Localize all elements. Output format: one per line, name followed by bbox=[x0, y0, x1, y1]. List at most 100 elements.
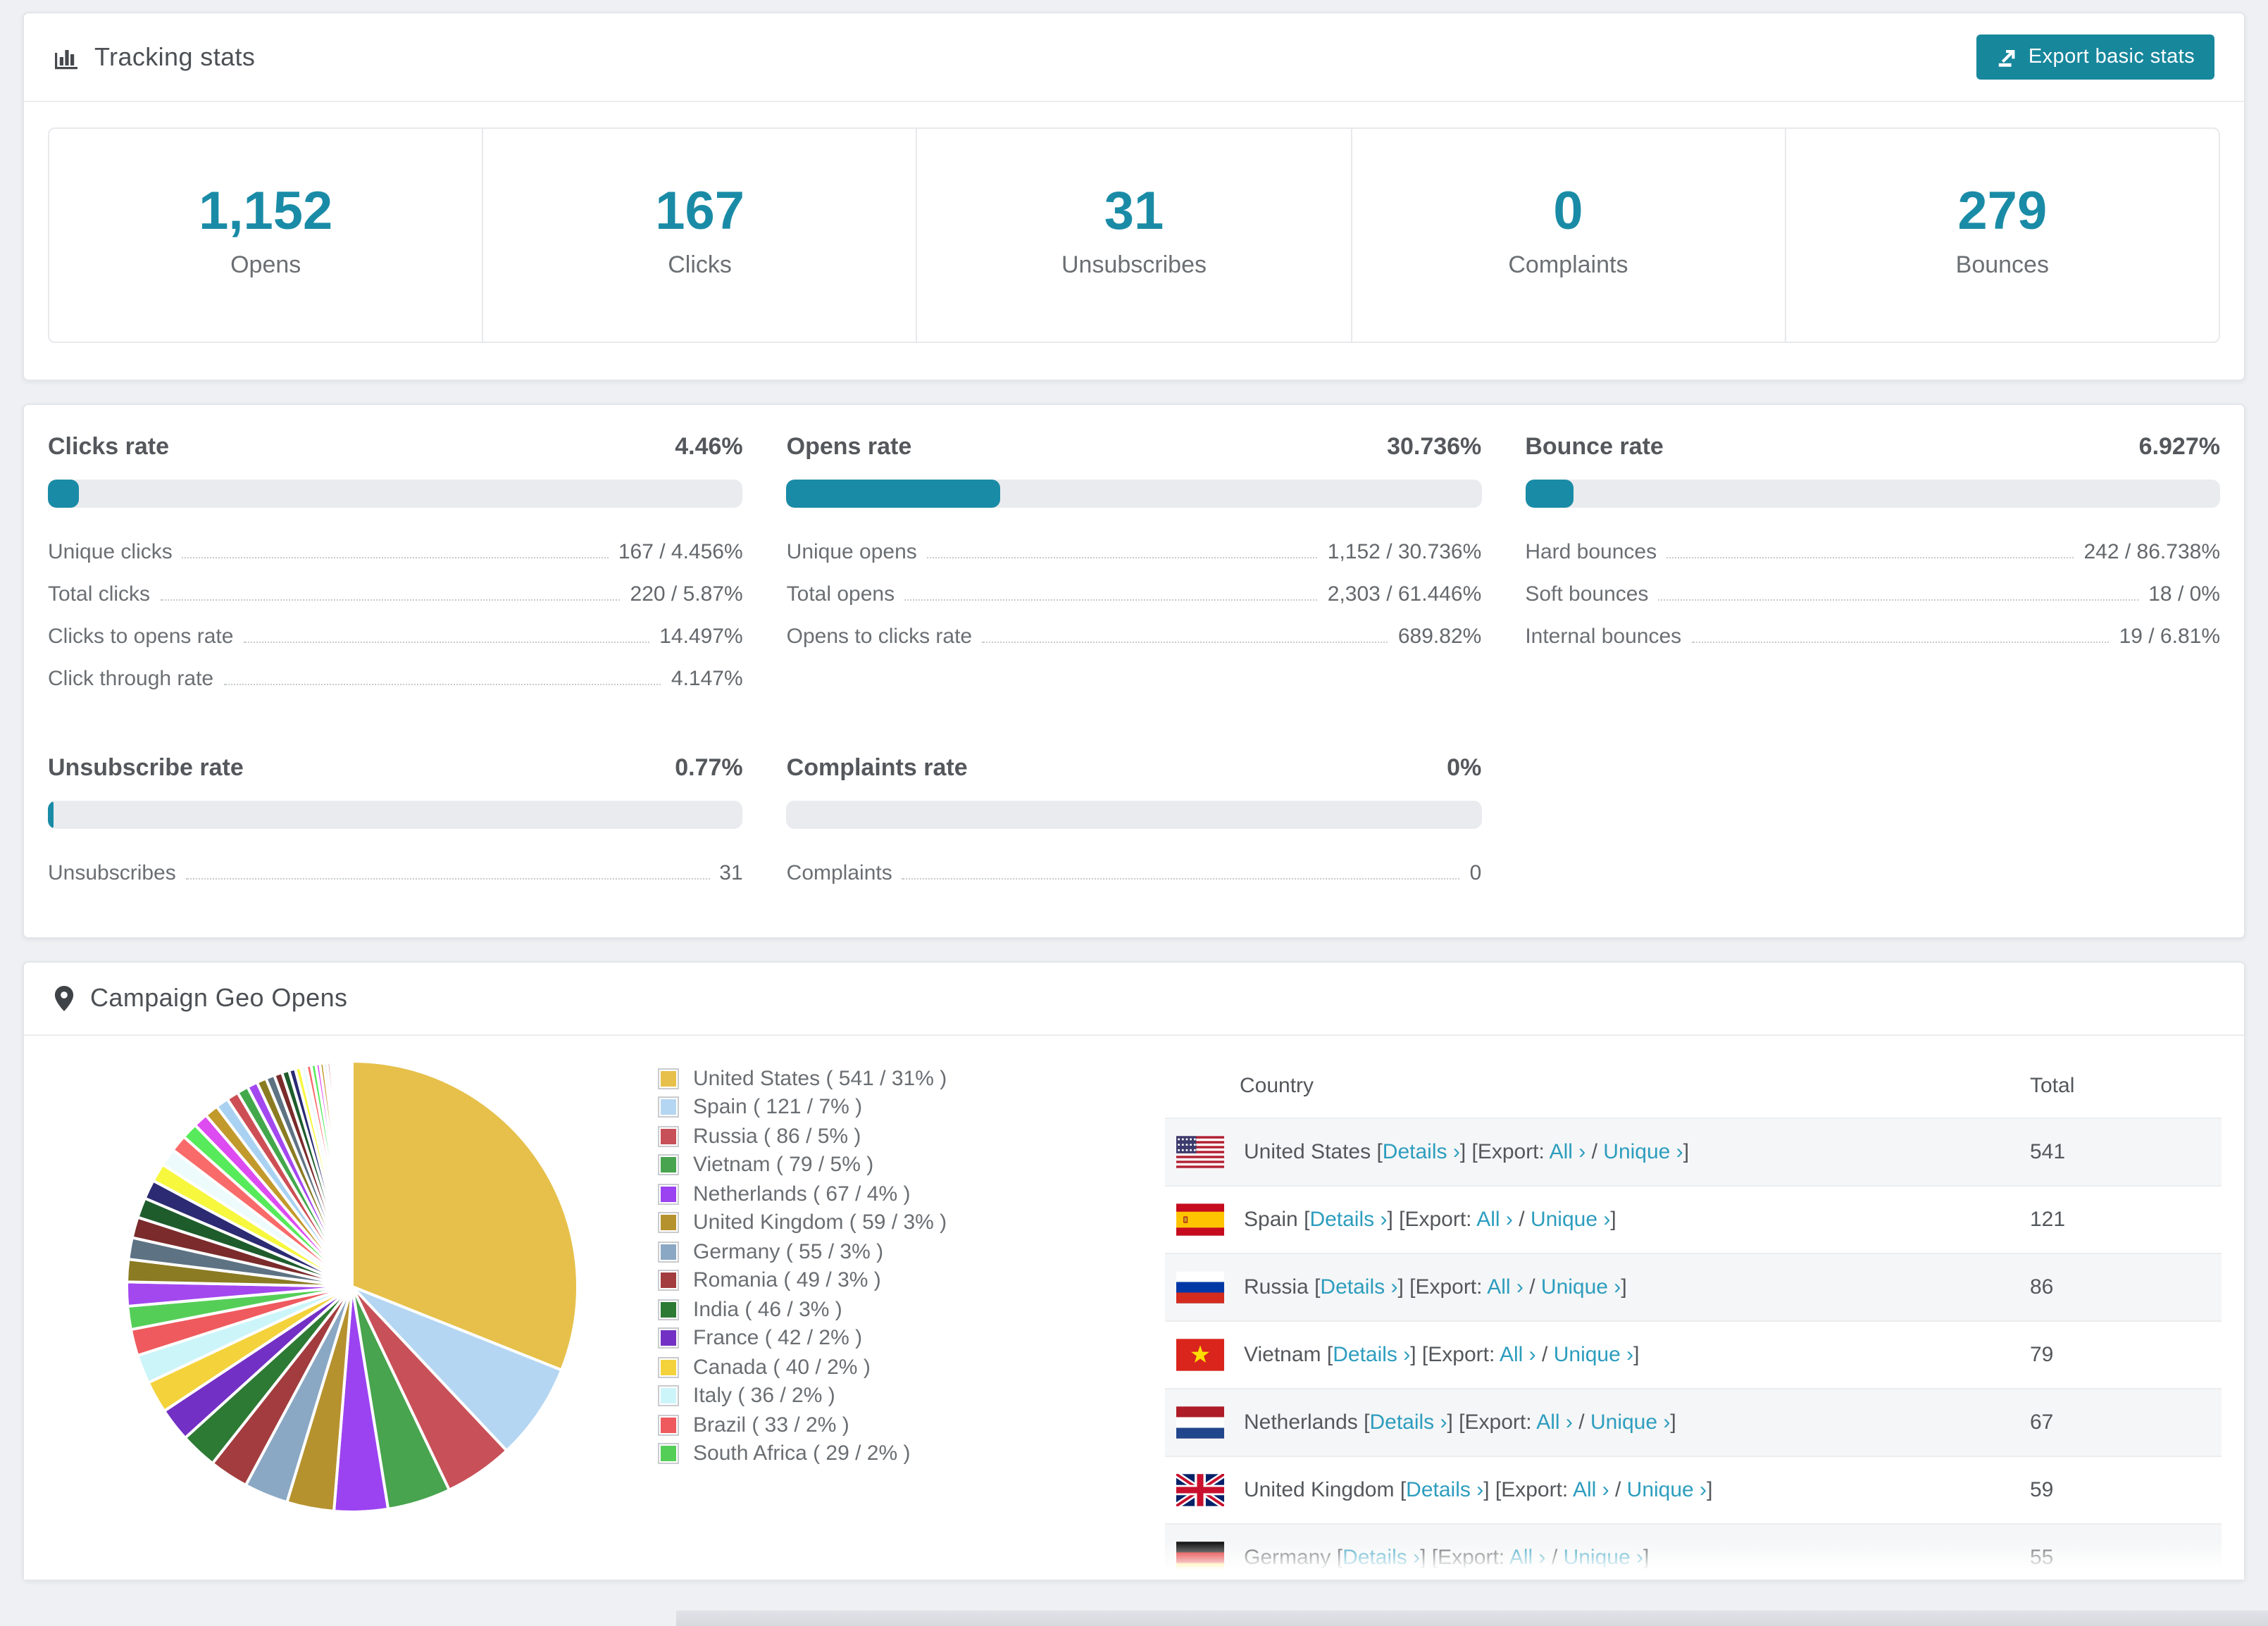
dotted-leader bbox=[1666, 557, 2074, 558]
export-all-link[interactable]: All › bbox=[1536, 1411, 1573, 1434]
legend-label: Germany ( 55 / 3% ) bbox=[693, 1239, 884, 1264]
export-unique-link[interactable]: Unique › bbox=[1541, 1275, 1621, 1299]
stat-label: Unsubscribes bbox=[1061, 251, 1207, 278]
flag-es-icon bbox=[1176, 1203, 1224, 1236]
export-all-link[interactable]: All › bbox=[1487, 1275, 1524, 1299]
export-basic-stats-button[interactable]: Export basic stats bbox=[1976, 35, 2214, 80]
rate-detail-label: Opens to clicks rate bbox=[786, 625, 973, 649]
stat-cell: 31 Unsubscribes bbox=[918, 129, 1352, 342]
legend-item: India ( 46 / 3% ) bbox=[658, 1295, 1159, 1324]
dotted-leader bbox=[902, 878, 1460, 880]
details-link[interactable]: Details › bbox=[1406, 1478, 1483, 1502]
rate-detail-value: 0 bbox=[1469, 861, 1482, 885]
export-all-link[interactable]: All › bbox=[1476, 1208, 1513, 1232]
legend-label: United States ( 541 / 31% ) bbox=[693, 1066, 947, 1091]
rate-title: Unsubscribe rate bbox=[48, 754, 244, 781]
rate-title: Clicks rate bbox=[48, 433, 169, 460]
horizontal-scrollbar[interactable] bbox=[0, 1611, 2268, 1626]
rate-detail-row: Click through rate 4.147% bbox=[48, 658, 743, 701]
details-link[interactable]: Details › bbox=[1369, 1411, 1447, 1434]
rate-detail-row: Hard bounces 242 / 86.738% bbox=[1525, 532, 2220, 574]
legend-swatch bbox=[658, 1068, 679, 1089]
export-all-link[interactable]: All › bbox=[1500, 1343, 1536, 1367]
stat-value: 1,152 bbox=[199, 182, 333, 242]
legend-swatch bbox=[658, 1270, 679, 1292]
export-all-link[interactable]: All › bbox=[1573, 1478, 1609, 1502]
details-link[interactable]: Details › bbox=[1320, 1275, 1397, 1299]
stat-label: Complaints bbox=[1508, 251, 1628, 278]
export-unique-link[interactable]: Unique › bbox=[1554, 1343, 1633, 1367]
rate-block: Unsubscribe rate 0.77% Unsubscribes 31 bbox=[48, 754, 743, 895]
legend-label: Romania ( 49 / 3% ) bbox=[693, 1268, 881, 1293]
geo-table-row: Germany [Details ›] [Export: All › / Uni… bbox=[1165, 1524, 2222, 1580]
legend-label: South Africa ( 29 / 2% ) bbox=[693, 1441, 911, 1466]
flag-de-icon bbox=[1176, 1541, 1224, 1574]
legend-item: Canada ( 40 / 2% ) bbox=[658, 1353, 1159, 1382]
rate-title: Complaints rate bbox=[786, 754, 968, 781]
stat-cell: 0 Complaints bbox=[1352, 129, 1786, 342]
export-basic-stats-label: Export basic stats bbox=[2028, 46, 2195, 68]
rate-detail-value: 4.147% bbox=[671, 667, 743, 691]
stat-value: 0 bbox=[1553, 182, 1583, 242]
legend-label: Spain ( 121 / 7% ) bbox=[693, 1095, 863, 1120]
rate-detail-label: Clicks to opens rate bbox=[48, 625, 234, 649]
geo-table-row: United Kingdom [Details ›] [Export: All … bbox=[1165, 1456, 2222, 1524]
legend-swatch bbox=[658, 1183, 679, 1205]
rate-detail-row: Soft bounces 18 / 0% bbox=[1525, 574, 2220, 616]
legend-label: Vietnam ( 79 / 5% ) bbox=[693, 1153, 874, 1177]
geo-table-row: Netherlands [Details ›] [Export: All › /… bbox=[1165, 1389, 2222, 1456]
dotted-leader bbox=[926, 557, 1318, 558]
rate-detail-value: 242 / 86.738% bbox=[2083, 540, 2221, 564]
export-unique-link[interactable]: Unique › bbox=[1603, 1140, 1683, 1164]
rate-detail-row: Internal bounces 19 / 6.81% bbox=[1525, 616, 2220, 658]
details-link[interactable]: Details › bbox=[1333, 1343, 1410, 1367]
horizontal-scrollbar-thumb[interactable] bbox=[676, 1611, 2268, 1626]
legend-item: France ( 42 / 2% ) bbox=[658, 1324, 1159, 1353]
rates-card: Clicks rate 4.46% Unique clicks 167 / 4.… bbox=[23, 404, 2245, 939]
legend-item: Romania ( 49 / 3% ) bbox=[658, 1266, 1159, 1295]
rate-detail-label: Unsubscribes bbox=[48, 861, 176, 885]
pie-slice bbox=[349, 1060, 354, 1288]
rate-title: Bounce rate bbox=[1525, 433, 1664, 460]
geo-pie-legend: United States ( 541 / 31% ) Spain ( 121 … bbox=[658, 1053, 1159, 1580]
details-link[interactable]: Details › bbox=[1309, 1208, 1387, 1232]
stat-cell: 167 Clicks bbox=[483, 129, 918, 342]
legend-item: United Kingdom ( 59 / 3% ) bbox=[658, 1208, 1159, 1237]
rate-progress-fill bbox=[786, 480, 1000, 508]
legend-label: Canada ( 40 / 2% ) bbox=[693, 1355, 871, 1380]
export-all-link[interactable]: All › bbox=[1509, 1546, 1546, 1570]
rate-progress-fill bbox=[48, 801, 54, 829]
dotted-leader bbox=[1658, 599, 2139, 601]
rate-block: Clicks rate 4.46% Unique clicks 167 / 4.… bbox=[48, 433, 743, 701]
legend-swatch bbox=[658, 1125, 679, 1147]
geo-pie-svg bbox=[125, 1060, 579, 1513]
dotted-leader bbox=[904, 599, 1318, 601]
stat-value: 279 bbox=[1957, 182, 2048, 242]
geo-table-header-row: Country Total bbox=[1165, 1053, 2222, 1118]
rate-detail-value: 14.497% bbox=[659, 625, 743, 649]
export-all-link[interactable]: All › bbox=[1550, 1140, 1586, 1164]
rate-percent: 0% bbox=[1447, 754, 1482, 781]
rate-block: Complaints rate 0% Complaints 0 bbox=[786, 754, 1482, 895]
campaign-geo-opens-card: Campaign Geo Opens United States ( 541 /… bbox=[23, 961, 2245, 1581]
flag-nl-icon bbox=[1176, 1406, 1224, 1439]
rate-progress-fill bbox=[1525, 480, 1574, 508]
export-unique-link[interactable]: Unique › bbox=[1531, 1208, 1610, 1232]
details-link[interactable]: Details › bbox=[1342, 1546, 1420, 1570]
country-total: 55 bbox=[2030, 1546, 2054, 1570]
details-link[interactable]: Details › bbox=[1383, 1140, 1460, 1164]
tracking-stats-title-text: Tracking stats bbox=[94, 42, 256, 70]
country-total: 79 bbox=[2030, 1343, 2054, 1367]
country-name: United Kingdom bbox=[1244, 1478, 1400, 1502]
stat-value: 167 bbox=[655, 182, 744, 242]
rate-detail-row: Unique opens 1,152 / 30.736% bbox=[787, 532, 1482, 574]
export-unique-link[interactable]: Unique › bbox=[1627, 1478, 1707, 1502]
legend-label: Italy ( 36 / 2% ) bbox=[693, 1384, 835, 1408]
legend-swatch bbox=[658, 1385, 679, 1407]
export-unique-link[interactable]: Unique › bbox=[1564, 1546, 1643, 1570]
rate-detail-label: Click through rate bbox=[48, 667, 214, 691]
export-unique-link[interactable]: Unique › bbox=[1590, 1411, 1670, 1434]
rate-detail-value: 689.82% bbox=[1397, 625, 1482, 649]
rates-grid: Clicks rate 4.46% Unique clicks 167 / 4.… bbox=[48, 433, 2220, 895]
legend-swatch bbox=[658, 1212, 679, 1234]
